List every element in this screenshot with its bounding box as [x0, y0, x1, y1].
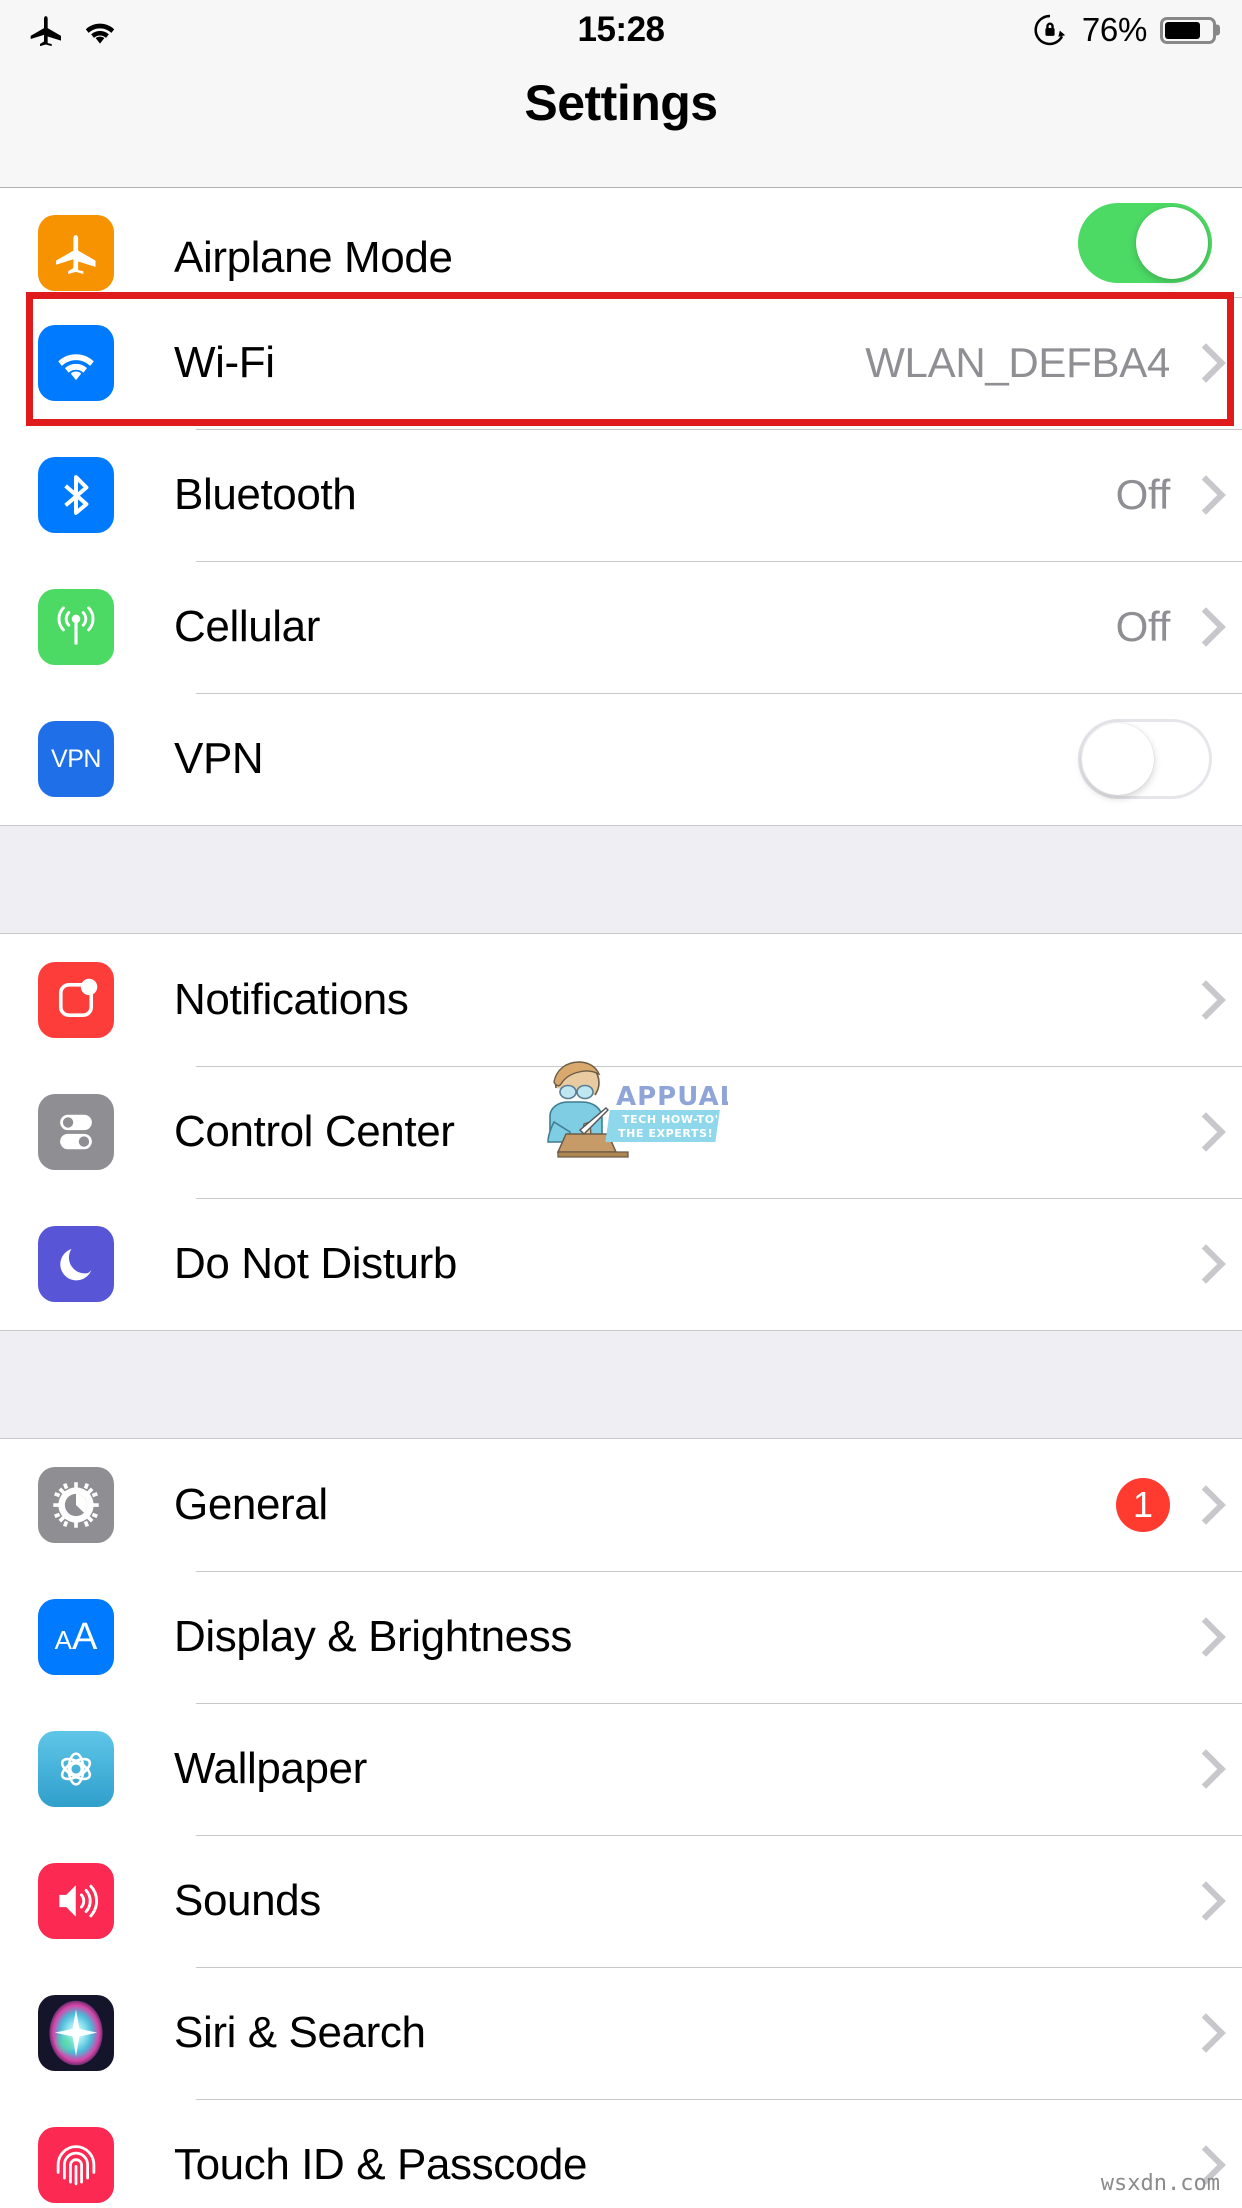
- battery-percentage-label: 76%: [1081, 11, 1147, 48]
- settings-row-label: Airplane Mode: [174, 233, 453, 282]
- status-bar: 15:28 76%: [0, 0, 1242, 60]
- settings-row-label: Notifications: [174, 975, 409, 1024]
- settings-row-label: Bluetooth: [174, 470, 357, 519]
- settings-row-label: Wi-Fi: [174, 338, 275, 387]
- settings-row-label: General: [174, 1480, 328, 1529]
- battery-icon: [1160, 16, 1220, 44]
- chevron-right-icon: [1192, 2015, 1212, 2051]
- status-bar-clock: 15:28: [577, 10, 665, 49]
- chevron-right-icon: [1192, 477, 1212, 513]
- settings-row-label: Touch ID & Passcode: [174, 2140, 588, 2189]
- settings-row-accessory: [1078, 719, 1212, 799]
- settings-row-label: Siri & Search: [174, 2008, 426, 2057]
- settings-row-accessory: [1192, 1883, 1212, 1919]
- settings-group-alerts: Notifications Control Center Do Not Dist…: [0, 933, 1242, 1331]
- chevron-right-icon: [1192, 1246, 1212, 1282]
- chevron-right-icon: [1192, 982, 1212, 1018]
- settings-row-airplane-mode[interactable]: Airplane Mode: [0, 189, 1242, 297]
- settings-row-touch-id-passcode[interactable]: Touch ID & Passcode: [0, 2099, 1242, 2208]
- settings-row-general[interactable]: General 1: [0, 1439, 1242, 1571]
- display-brightness-icon: AA: [38, 1599, 114, 1675]
- chevron-right-icon: [1192, 1619, 1212, 1655]
- cellular-icon: [38, 589, 114, 665]
- chevron-right-icon: [1192, 1751, 1212, 1787]
- status-bar-left: [26, 10, 326, 50]
- settings-row-accessory: [1192, 1114, 1212, 1150]
- fingerprint-icon: [38, 2127, 114, 2203]
- vpn-icon: VPN: [38, 721, 114, 797]
- settings-row-wifi[interactable]: Wi-Fi WLAN_DEFBA4: [0, 297, 1242, 429]
- settings-row-accessory: 1: [1116, 1478, 1212, 1532]
- wifi-network-name: WLAN_DEFBA4: [865, 339, 1170, 386]
- chevron-right-icon: [1192, 345, 1212, 381]
- vpn-toggle[interactable]: [1078, 719, 1212, 799]
- rotation-lock-icon: [1031, 11, 1069, 49]
- settings-row-accessory: [1078, 189, 1212, 283]
- site-watermark: wsxdn.com: [1100, 2171, 1220, 2196]
- settings-row-sounds[interactable]: Sounds: [0, 1835, 1242, 1967]
- wifi-icon: [38, 325, 114, 401]
- settings-row-accessory: [1192, 1751, 1212, 1787]
- settings-scroll-view[interactable]: Airplane Mode Wi-Fi WLAN_DEFBA4 Bluetoot…: [0, 189, 1242, 2208]
- settings-row-cellular[interactable]: Cellular Off: [0, 561, 1242, 693]
- control-center-icon: [38, 1094, 114, 1170]
- siri-icon: [38, 1995, 114, 2071]
- speaker-icon: [38, 1863, 114, 1939]
- bluetooth-icon: [38, 457, 114, 533]
- settings-row-notifications[interactable]: Notifications: [0, 934, 1242, 1066]
- settings-row-accessory: WLAN_DEFBA4: [865, 339, 1212, 387]
- chevron-right-icon: [1192, 1883, 1212, 1919]
- settings-row-siri-search[interactable]: Siri & Search: [0, 1967, 1242, 2099]
- settings-row-label: VPN: [174, 734, 264, 783]
- settings-row-control-center[interactable]: Control Center: [0, 1066, 1242, 1198]
- group-separator-2: [0, 1331, 1242, 1438]
- airplane-mode-toggle[interactable]: [1078, 203, 1212, 283]
- settings-row-label: Display & Brightness: [174, 1612, 572, 1661]
- page-title: Settings: [524, 75, 718, 131]
- settings-row-label: Do Not Disturb: [174, 1239, 457, 1288]
- chevron-right-icon: [1192, 1114, 1212, 1150]
- cellular-state-value: Off: [1115, 603, 1171, 650]
- status-bar-center: 15:28: [326, 10, 916, 50]
- settings-row-do-not-disturb[interactable]: Do Not Disturb: [0, 1198, 1242, 1330]
- settings-row-accessory: [1192, 1246, 1212, 1282]
- settings-row-accessory: [1192, 1619, 1212, 1655]
- chevron-right-icon: [1192, 609, 1212, 645]
- settings-row-vpn[interactable]: VPN VPN: [0, 693, 1242, 825]
- settings-row-bluetooth[interactable]: Bluetooth Off: [0, 429, 1242, 561]
- airplane-icon: [26, 10, 66, 50]
- settings-row-label: Sounds: [174, 1876, 321, 1925]
- settings-group-connectivity: Airplane Mode Wi-Fi WLAN_DEFBA4 Bluetoot…: [0, 189, 1242, 826]
- settings-row-label: Wallpaper: [174, 1744, 367, 1793]
- settings-row-label: Control Center: [174, 1107, 455, 1156]
- navigation-bar: Settings: [0, 60, 1242, 188]
- settings-row-accessory: [1192, 982, 1212, 1018]
- group-separator-1: [0, 826, 1242, 933]
- settings-group-system: General 1 AA Display & Brightness Wallpa…: [0, 1438, 1242, 2208]
- gear-icon: [38, 1467, 114, 1543]
- moon-icon: [38, 1226, 114, 1302]
- bluetooth-state-value: Off: [1115, 471, 1171, 518]
- settings-row-display-brightness[interactable]: AA Display & Brightness: [0, 1571, 1242, 1703]
- airplane-icon: [38, 215, 114, 291]
- settings-row-accessory: Off: [1116, 603, 1212, 651]
- settings-row-accessory: Off: [1116, 471, 1212, 519]
- chevron-right-icon: [1192, 1487, 1212, 1523]
- general-update-badge: 1: [1116, 1478, 1170, 1532]
- settings-row-wallpaper[interactable]: Wallpaper: [0, 1703, 1242, 1835]
- notifications-icon: [38, 962, 114, 1038]
- settings-row-accessory: [1192, 2015, 1212, 2051]
- wallpaper-icon: [38, 1731, 114, 1807]
- status-bar-right: 76%: [916, 11, 1220, 49]
- settings-row-label: Cellular: [174, 602, 320, 651]
- wifi-icon: [80, 10, 120, 50]
